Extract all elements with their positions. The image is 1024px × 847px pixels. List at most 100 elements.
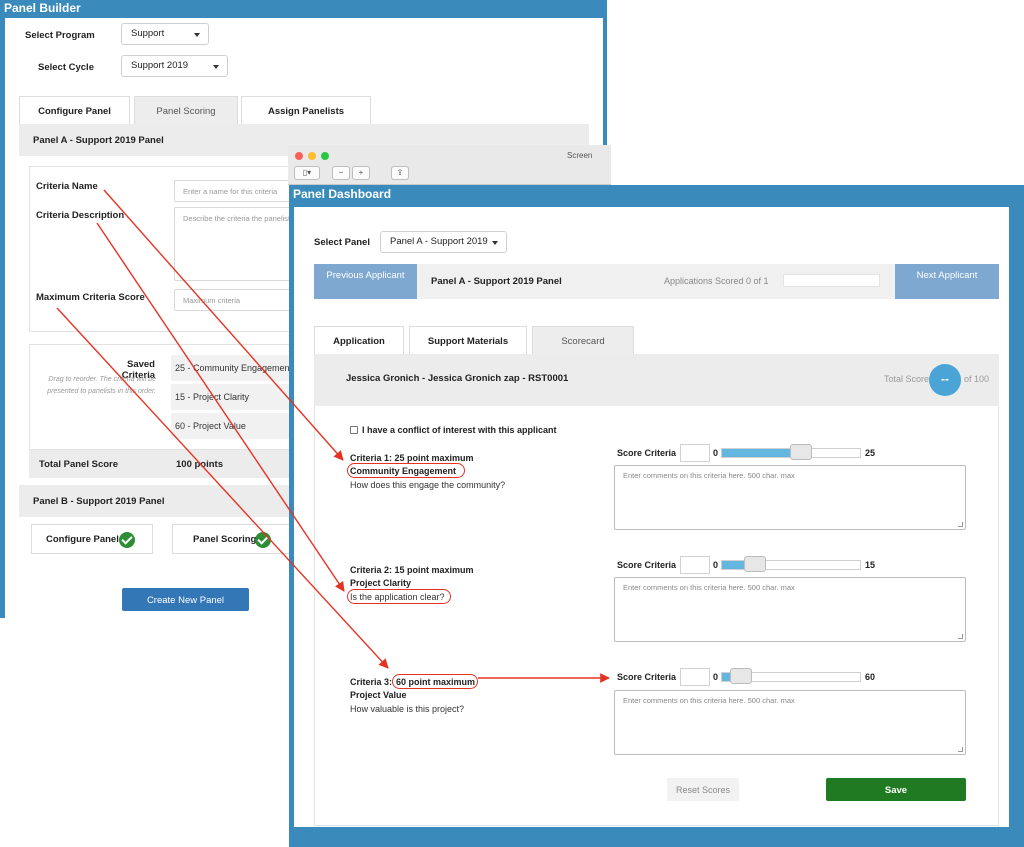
total-score-label: Total Score <box>884 374 930 384</box>
chevron-down-icon <box>194 33 200 37</box>
total-score-value: -- <box>929 364 961 396</box>
program-select[interactable]: Support <box>121 23 209 45</box>
saved-criteria-note: Drag to reorder. The criteria will be pr… <box>47 376 156 395</box>
score-input[interactable] <box>680 556 710 574</box>
slider-handle[interactable] <box>789 444 812 460</box>
next-applicant-button[interactable]: Next Applicant <box>895 264 999 299</box>
total-panel-score-value: 100 points <box>176 459 223 470</box>
checkmark-icon <box>255 532 271 548</box>
save-button[interactable]: Save <box>826 778 966 801</box>
score-criteria-label: Score Criteria <box>617 672 677 682</box>
saved-criteria-item[interactable]: 15 - Project Clarity <box>171 384 303 410</box>
panel-scoring-step[interactable]: Panel Scoring <box>172 524 294 554</box>
score-slider[interactable] <box>721 556 861 572</box>
comment-textarea[interactable]: Enter comments on this criteria here. 50… <box>614 465 966 530</box>
tab-application[interactable]: Application <box>314 326 404 354</box>
panel-b-title: Panel B - Support 2019 Panel <box>33 496 165 507</box>
select-panel-label: Select Panel <box>314 237 370 248</box>
applicant-name: Jessica Gronich - Jessica Gronich zap - … <box>346 373 569 384</box>
criteria-description: How does this engage the community? <box>350 480 506 490</box>
conflict-checkbox[interactable] <box>350 426 358 434</box>
close-window-icon[interactable] <box>295 152 303 160</box>
configure-panel-step-label: Configure Panel <box>46 534 119 545</box>
slider-fill <box>722 449 801 457</box>
score-input[interactable] <box>680 444 710 462</box>
zoom-out-icon[interactable]: − <box>332 166 350 180</box>
reset-scores-button[interactable]: Reset Scores <box>667 778 739 801</box>
saved-criteria-item[interactable]: 25 - Community Engagement <box>171 355 303 381</box>
chevron-down-icon <box>213 65 219 69</box>
applicant-header: Jessica Gronich - Jessica Gronich zap - … <box>314 354 999 406</box>
share-icon[interactable]: ⇪ <box>391 166 409 180</box>
resize-grip-icon[interactable] <box>958 634 963 639</box>
window-title: Panel Builder <box>4 1 81 15</box>
total-panel-score-bar: Total Panel Score 100 points <box>29 450 299 478</box>
criteria-heading-prefix: Criteria 3: <box>350 677 393 687</box>
preview-toolbar: ▯▾ − + ⇪ Screen <box>288 145 611 185</box>
annotation-highlight <box>347 463 465 478</box>
annotation-highlight <box>347 589 451 604</box>
tab-configure-panel[interactable]: Configure Panel <box>19 96 130 124</box>
criteria-name-input[interactable]: Enter a name for this criteria <box>174 180 304 202</box>
zoom-window-icon[interactable] <box>321 152 329 160</box>
criteria-description-label: Criteria Description <box>36 210 125 221</box>
current-panel-title: Panel A - Support 2019 Panel <box>431 276 562 287</box>
slider-max: 25 <box>865 448 876 458</box>
panel-dashboard-window: Panel Dashboard Select Panel Panel A - S… <box>289 185 1024 847</box>
panel-a-title: Panel A - Support 2019 Panel <box>33 135 164 146</box>
applications-scored: Applications Scored 0 of 1 <box>664 276 769 286</box>
previous-applicant-button[interactable]: Previous Applicant <box>314 264 417 299</box>
score-slider[interactable] <box>721 444 861 460</box>
chevron-down-icon <box>492 241 498 245</box>
slider-max: 15 <box>865 560 876 570</box>
panel-select[interactable]: Panel A - Support 2019 <box>380 231 507 253</box>
criteria-name: Project Value <box>350 690 407 700</box>
cycle-value: Support 2019 <box>131 60 189 71</box>
panel-dashboard-body: Select Panel Panel A - Support 2019 Prev… <box>294 207 1009 827</box>
create-new-panel-button[interactable]: Create New Panel <box>122 588 249 611</box>
score-input[interactable] <box>680 668 710 686</box>
score-criteria-label: Score Criteria <box>617 560 677 570</box>
comment-textarea[interactable]: Enter comments on this criteria here. 50… <box>614 690 966 755</box>
resize-grip-icon[interactable] <box>958 522 963 527</box>
criteria-name-label: Criteria Name <box>36 181 98 192</box>
tab-panel-scoring[interactable]: Panel Scoring <box>134 96 238 124</box>
slider-min: 0 <box>713 448 719 458</box>
zoom-in-icon[interactable]: + <box>352 166 370 180</box>
panel-scoring-step-label: Panel Scoring <box>193 534 257 545</box>
cycle-select[interactable]: Support 2019 <box>121 55 228 77</box>
slider-handle[interactable] <box>744 556 767 572</box>
total-score-max: of 100 <box>964 374 990 384</box>
conflict-label: I have a conflict of interest with this … <box>362 425 557 435</box>
max-score-input[interactable]: Maximum criteria <box>174 289 304 311</box>
annotation-highlight <box>392 674 478 689</box>
tab-scorecard[interactable]: Scorecard <box>532 326 634 354</box>
slider-max: 60 <box>865 672 876 682</box>
sidebar-toggle-icon[interactable]: ▯▾ <box>294 166 320 180</box>
slider-handle[interactable] <box>730 668 753 684</box>
resize-grip-icon[interactable] <box>958 747 963 752</box>
panel-value: Panel A - Support 2019 <box>390 236 488 247</box>
score-slider[interactable] <box>721 668 861 684</box>
slider-min: 0 <box>713 560 719 570</box>
checkmark-icon <box>119 532 135 548</box>
saved-criteria-item[interactable]: 60 - Project Value <box>171 413 303 439</box>
criteria-description: How valuable is this project? <box>350 704 465 714</box>
select-cycle-label: Select Cycle <box>38 62 94 73</box>
program-value: Support <box>131 28 165 39</box>
max-score-label: Maximum Criteria Score <box>36 292 145 303</box>
criteria-heading: Criteria 2: 15 point maximum <box>350 565 474 575</box>
criteria-name: Project Clarity <box>350 578 412 588</box>
window-title: Panel Dashboard <box>293 187 392 201</box>
total-panel-score-label: Total Panel Score <box>39 459 119 470</box>
panel-b-header: Panel B - Support 2019 Panel <box>19 485 299 517</box>
minimize-window-icon[interactable] <box>308 152 316 160</box>
applications-progress-bar <box>783 274 880 287</box>
slider-min: 0 <box>713 672 719 682</box>
criteria-heading: Criteria 1: 25 point maximum <box>350 453 474 463</box>
comment-textarea[interactable]: Enter comments on this criteria here. 50… <box>614 577 966 642</box>
criteria-description-input[interactable]: Describe the criteria the panelists <box>174 207 304 281</box>
tab-support-materials[interactable]: Support Materials <box>409 326 527 354</box>
select-program-label: Select Program <box>25 30 95 41</box>
tab-assign-panelists[interactable]: Assign Panelists <box>241 96 371 124</box>
